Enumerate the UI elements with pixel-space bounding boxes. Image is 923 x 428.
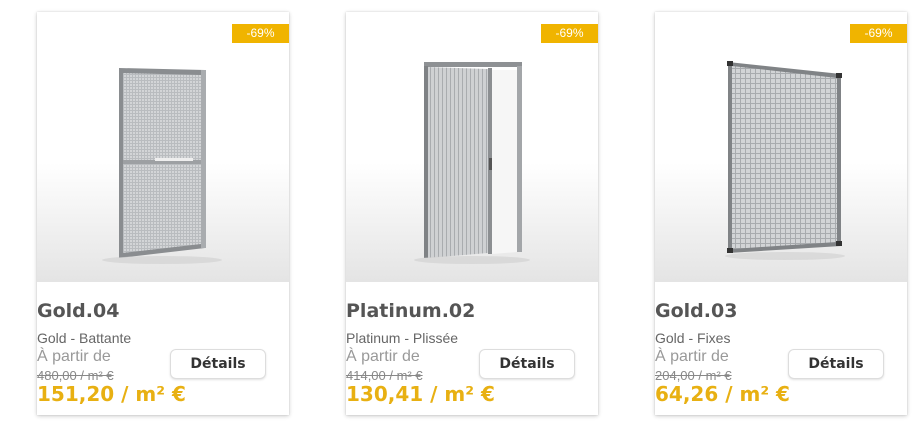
product-card[interactable]: -69% Platinum.02 Platinum - Plissée À pa… xyxy=(346,12,598,415)
price: 64,26 / m² € xyxy=(655,382,790,406)
from-label: À partir de xyxy=(346,348,420,365)
old-price: 414,00 / m² € xyxy=(346,368,423,383)
product-subtitle: Platinum - Plissée xyxy=(346,330,459,346)
pleated-door-screen-image[interactable] xyxy=(346,48,598,282)
hinged-door-screen-image[interactable] xyxy=(37,48,289,282)
product-card[interactable]: -69% Gold.04 Gold - Battante À partir de… xyxy=(37,12,289,415)
details-button[interactable]: Détails xyxy=(479,349,575,379)
old-price: 480,00 / m² € xyxy=(37,368,114,383)
product-subtitle: Gold - Battante xyxy=(37,330,132,346)
product-name: Gold.04 xyxy=(37,300,120,322)
old-price: 204,00 / m² € xyxy=(655,368,732,383)
discount-badge: -69% xyxy=(541,24,598,43)
discount-badge: -69% xyxy=(850,24,907,43)
price: 151,20 / m² € xyxy=(37,382,186,406)
price: 130,41 / m² € xyxy=(346,382,495,406)
product-card[interactable]: -69% Gold.03 Gold - Fixes À partir de 20… xyxy=(655,12,907,415)
product-name: Gold.03 xyxy=(655,300,738,322)
product-subtitle: Gold - Fixes xyxy=(655,330,731,346)
discount-badge: -69% xyxy=(232,24,289,43)
details-button[interactable]: Détails xyxy=(170,349,266,379)
fixed-screen-image[interactable] xyxy=(655,48,907,282)
details-button[interactable]: Détails xyxy=(788,349,884,379)
from-label: À partir de xyxy=(37,348,111,365)
from-label: À partir de xyxy=(655,348,729,365)
product-name: Platinum.02 xyxy=(346,300,476,322)
